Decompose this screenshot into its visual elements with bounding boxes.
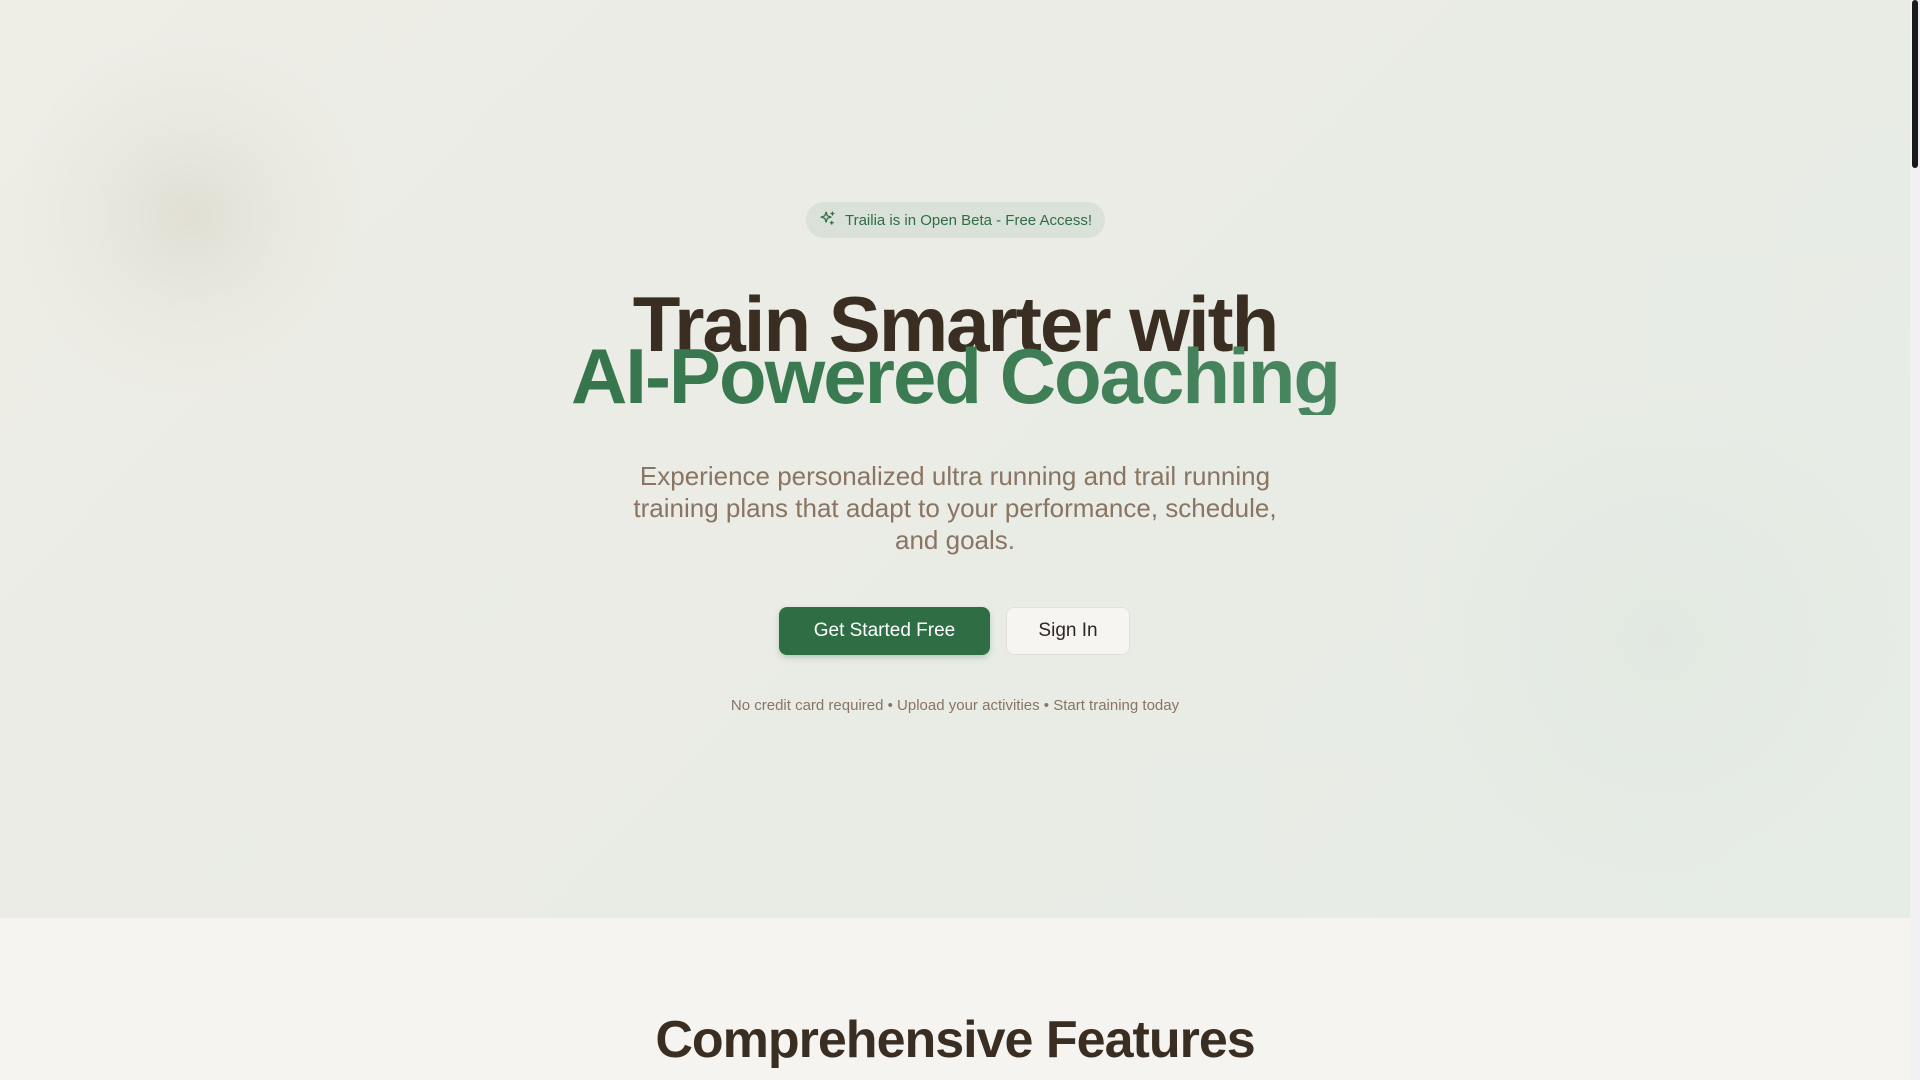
decorative-glow-right: [1400, 380, 1910, 900]
page-scrollbar[interactable]: [1910, 0, 1920, 1080]
landing-page: Trailia is in Open Beta - Free Access! T…: [0, 0, 1920, 1080]
sign-in-button[interactable]: Sign In: [1006, 607, 1130, 655]
beta-badge: Trailia is in Open Beta - Free Access!: [806, 202, 1105, 238]
cta-row: Get Started Free Sign In: [779, 607, 1130, 655]
sparkles-icon: [819, 210, 836, 231]
hero-subtitle: Experience personalized ultra running an…: [633, 461, 1277, 555]
headline-line-2: AI-Powered Coaching: [0, 337, 1910, 415]
beta-badge-text: Trailia is in Open Beta - Free Access!: [844, 211, 1093, 229]
features-title: Comprehensive Features: [655, 1011, 1255, 1069]
get-started-button[interactable]: Get Started Free: [779, 607, 990, 655]
scrollbar-thumb[interactable]: [1912, 0, 1918, 168]
features-section: Comprehensive Features: [0, 918, 1910, 1080]
hero-fine-print: No credit card required • Upload your ac…: [730, 697, 1180, 714]
hero-section: Trailia is in Open Beta - Free Access! T…: [0, 0, 1910, 918]
